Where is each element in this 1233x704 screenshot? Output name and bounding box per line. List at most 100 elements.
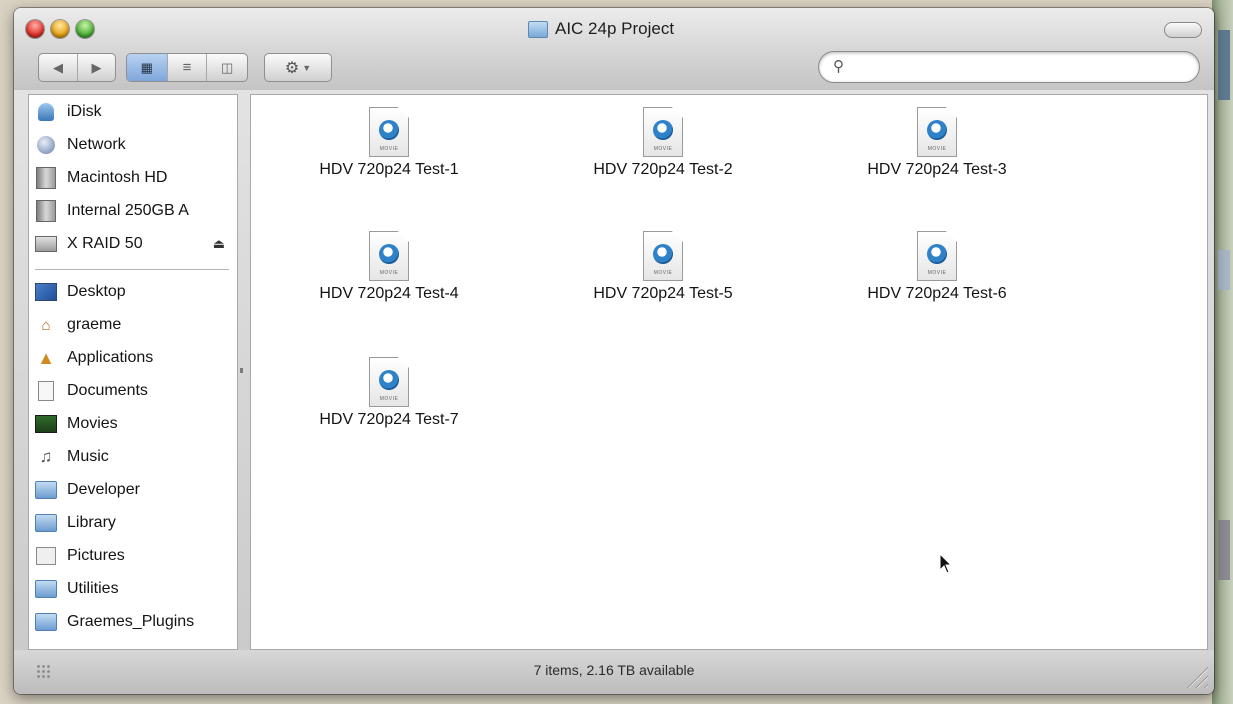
file-name: HDV 720p24 Test-3 [867, 161, 1007, 178]
applications-icon: ▲ [37, 347, 55, 368]
quicktime-logo-icon [653, 244, 673, 264]
music-icon: ♫ [39, 447, 53, 466]
sidebar-item-label: Macintosh HD [67, 169, 168, 186]
file-type-tag: MOVIE [653, 270, 673, 276]
sidebar-item-label: Pictures [67, 547, 125, 564]
quicktime-logo-icon [379, 120, 399, 140]
icon-view-button[interactable]: ▦ [127, 54, 168, 81]
column-view-button[interactable]: ◫ [207, 54, 247, 81]
hard-drive-icon [35, 233, 57, 255]
sidebar-item-label: iDisk [67, 103, 102, 120]
sidebar-item-label: X RAID 50 [67, 235, 143, 252]
back-button[interactable]: ◀ [39, 54, 78, 81]
sidebar-item-label: Developer [67, 481, 140, 498]
quicktime-logo-icon [379, 244, 399, 264]
eject-icon[interactable]: ⏏ [213, 236, 225, 252]
file-item[interactable]: MOVIE HDV 720p24 Test-4 [289, 231, 489, 317]
file-type-tag: MOVIE [379, 146, 399, 152]
file-item[interactable]: MOVIE HDV 720p24 Test-2 [563, 107, 763, 193]
sidebar-item-library[interactable]: Library [35, 508, 231, 538]
list-view-button[interactable]: ≡ [168, 54, 208, 81]
file-type-tag: MOVIE [379, 396, 399, 402]
chevron-down-icon: ▼ [302, 62, 312, 73]
sidebar-item-desktop[interactable]: Desktop [35, 277, 231, 307]
back-forward-control: ◀ ▶ [38, 53, 116, 82]
sidebar-item-label: Network [67, 136, 126, 153]
window-title: AIC 24p Project [528, 18, 674, 40]
action-menu-button[interactable]: ⚙ ▼ [264, 53, 332, 82]
desktop-window-edge [1218, 520, 1230, 580]
file-item[interactable]: MOVIE HDV 720p24 Test-7 [289, 357, 489, 443]
sidebar-item-label: Graemes_Plugins [67, 613, 195, 630]
file-name: HDV 720p24 Test-1 [319, 161, 459, 178]
pictures-icon [35, 545, 57, 567]
sidebar-item-label: Library [67, 514, 116, 531]
quicktime-logo-icon [927, 120, 947, 140]
sidebar-item-utilities[interactable]: Utilities [35, 574, 231, 604]
network-globe-icon [35, 134, 57, 156]
view-mode-control: ▦ ≡ ◫ [126, 53, 248, 82]
status-bar: 7 items, 2.16 TB available [14, 650, 1214, 694]
hard-drive-icon [35, 200, 57, 222]
window-title-text: AIC 24p Project [555, 19, 675, 38]
search-input[interactable] [853, 56, 1187, 78]
file-name: HDV 720p24 Test-7 [319, 411, 459, 428]
sidebar-item-label: graeme [67, 316, 122, 333]
sidebar-item-graeme[interactable]: ⌂ graeme [35, 310, 231, 340]
minimize-window-button[interactable] [51, 20, 69, 38]
home-icon: ⌂ [41, 316, 51, 334]
sidebar-item-label: Music [67, 448, 109, 465]
sidebar: iDisk Network Macintosh HD Internal 250G… [28, 94, 238, 650]
file-item[interactable]: MOVIE HDV 720p24 Test-6 [837, 231, 1037, 317]
quicktime-movie-icon: MOVIE [643, 231, 683, 281]
utilities-folder-icon [35, 578, 57, 600]
list-view-icon: ≡ [182, 59, 192, 76]
file-item[interactable]: MOVIE HDV 720p24 Test-5 [563, 231, 763, 317]
file-item[interactable]: MOVIE HDV 720p24 Test-1 [289, 107, 489, 193]
sidebar-item-label: Applications [67, 349, 154, 366]
sidebar-item-graemes-plugins[interactable]: Graemes_Plugins [35, 607, 231, 637]
search-field[interactable]: ⚲ [818, 51, 1200, 83]
sidebar-item-label: Desktop [67, 283, 126, 300]
back-arrow-icon: ◀ [53, 59, 63, 75]
close-window-button[interactable] [26, 20, 44, 38]
developer-folder-icon [35, 479, 57, 501]
window-toolbar: AIC 24p Project ◀ ▶ ▦ ≡ ◫ ⚙ ▼ ⚲ [14, 8, 1214, 90]
sidebar-item-internal-250gb[interactable]: Internal 250GB A [35, 196, 231, 226]
file-item[interactable]: MOVIE HDV 720p24 Test-3 [837, 107, 1037, 193]
sidebar-item-pictures[interactable]: Pictures [35, 541, 231, 571]
sidebar-item-label: Utilities [67, 580, 119, 597]
sidebar-item-label: Internal 250GB A [67, 202, 189, 219]
sidebar-item-label: Documents [67, 382, 148, 399]
file-name: HDV 720p24 Test-6 [867, 285, 1007, 302]
forward-button[interactable]: ▶ [78, 54, 115, 81]
action-menu-cell[interactable]: ⚙ ▼ [265, 54, 331, 81]
desktop-window-edge [1218, 250, 1230, 290]
quicktime-movie-icon: MOVIE [643, 107, 683, 157]
file-browser-area: MOVIE HDV 720p24 Test-1 MOVIE HDV 720p24… [250, 94, 1208, 650]
folder-icon [528, 20, 548, 38]
zoom-window-button[interactable] [76, 20, 94, 38]
toolbar-toggle-button[interactable] [1164, 22, 1202, 38]
sidebar-item-developer[interactable]: Developer [35, 475, 231, 505]
file-name: HDV 720p24 Test-2 [593, 161, 733, 178]
documents-icon [35, 380, 57, 402]
sidebar-item-movies[interactable]: Movies [35, 409, 231, 439]
sidebar-item-network[interactable]: Network [35, 130, 231, 160]
sidebar-item-applications[interactable]: ▲ Applications [35, 343, 231, 373]
sidebar-item-label: Movies [67, 415, 118, 432]
quicktime-movie-icon: MOVIE [369, 231, 409, 281]
sidebar-splitter-handle[interactable] [240, 368, 243, 373]
sidebar-item-macintosh-hd[interactable]: Macintosh HD [35, 163, 231, 193]
sidebar-item-x-raid-50[interactable]: X RAID 50 ⏏ [35, 229, 231, 259]
sidebar-item-idisk[interactable]: iDisk [35, 97, 231, 127]
file-name: HDV 720p24 Test-4 [319, 285, 459, 302]
sidebar-item-music[interactable]: ♫ Music [35, 442, 231, 472]
quicktime-movie-icon: MOVIE [369, 357, 409, 407]
quicktime-movie-icon: MOVIE [917, 231, 957, 281]
library-folder-icon [35, 512, 57, 534]
sidebar-item-documents[interactable]: Documents [35, 376, 231, 406]
quicktime-movie-icon: MOVIE [917, 107, 957, 157]
folder-icon [35, 611, 57, 633]
file-type-tag: MOVIE [927, 270, 947, 276]
